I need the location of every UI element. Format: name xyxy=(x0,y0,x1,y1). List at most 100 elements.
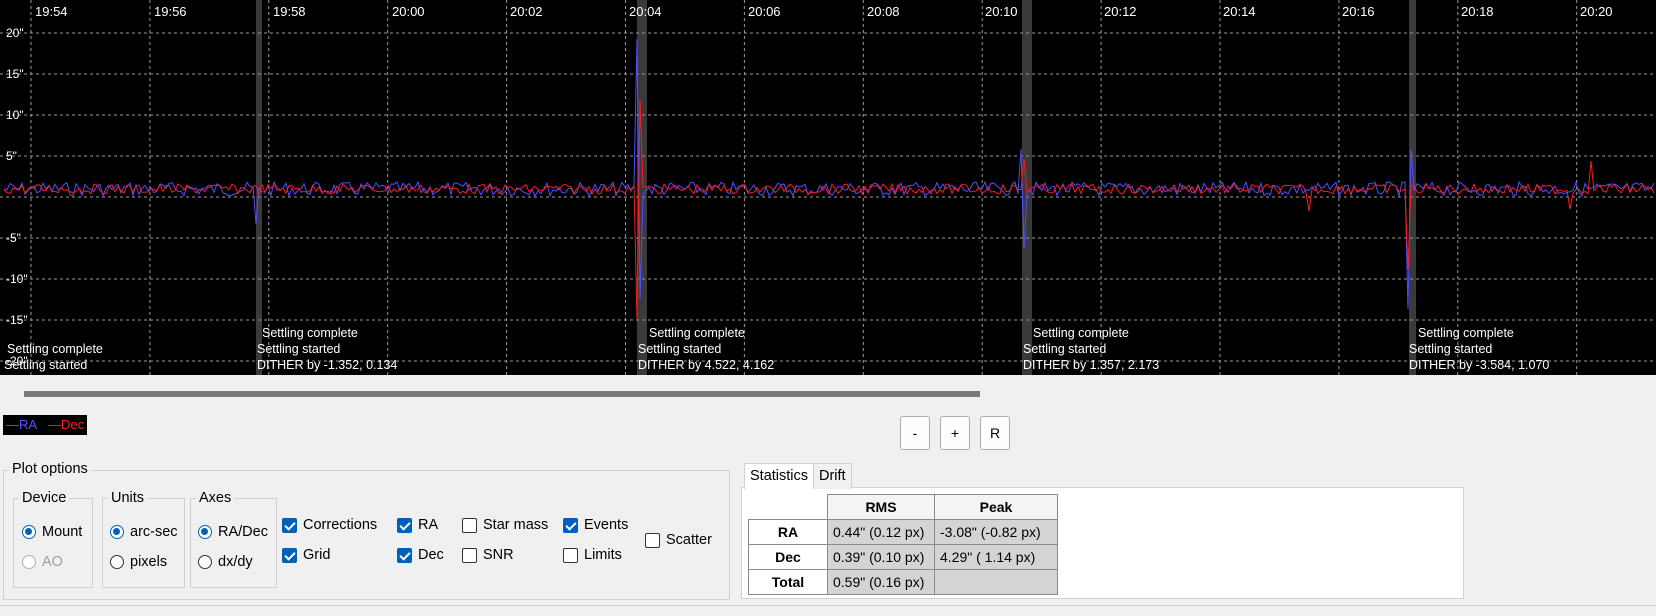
limits-label: Limits xyxy=(584,547,622,563)
units-pixels-radio[interactable]: pixels xyxy=(110,554,167,570)
event-dither: DITHER by -1.352, 0.134 xyxy=(257,358,398,372)
total-rms-cell: 0.59" (0.16 px) xyxy=(827,569,935,595)
event-settling-started: Settling started xyxy=(257,342,341,356)
event-settling-complete: Settling complete xyxy=(1033,326,1129,340)
divider xyxy=(0,605,1656,606)
star-mass-label: Star mass xyxy=(483,517,549,533)
units-title: Units xyxy=(108,490,148,506)
units-pixels-label: pixels xyxy=(130,554,168,570)
device-mount-label: Mount xyxy=(42,524,83,540)
ra-rms-cell: 0.44" (0.12 px) xyxy=(827,519,935,545)
event-settling-started: Settling started xyxy=(638,342,722,356)
statistics-table: RMS Peak RA 0.44" (0.12 px) -3.08" (-0.8… xyxy=(748,494,1058,595)
y-axis-label: 5" xyxy=(6,149,17,163)
corrections-label: Corrections xyxy=(303,517,378,533)
limits-checkbox[interactable]: Limits xyxy=(563,547,622,563)
time-label: 20:20 xyxy=(1580,4,1613,19)
device-title: Device xyxy=(19,490,70,506)
checkbox-checked-icon xyxy=(397,517,412,533)
y-axis-label: -10" xyxy=(6,272,28,286)
guide-graph-canvas xyxy=(0,0,1656,375)
row-header-total: Total xyxy=(748,569,828,595)
checkbox-checked-icon xyxy=(563,517,578,533)
axes-dxdy-label: dx/dy xyxy=(218,554,253,570)
device-mount-radio[interactable]: Mount xyxy=(22,524,82,540)
grid-checkbox[interactable]: Grid xyxy=(282,547,330,563)
table-row: Total 0.59" (0.16 px) xyxy=(748,569,1058,595)
radio-selected-icon xyxy=(22,525,36,539)
table-row: Dec 0.39" (0.10 px) 4.29" ( 1.14 px) xyxy=(748,544,1058,570)
scatter-label: Scatter xyxy=(666,532,712,548)
time-label: 19:56 xyxy=(154,4,187,19)
time-label: 20:12 xyxy=(1104,4,1137,19)
dec-checkbox[interactable]: Dec xyxy=(397,547,444,563)
radio-selected-icon xyxy=(198,525,212,539)
y-axis-label: 10" xyxy=(6,108,24,122)
time-label: 20:06 xyxy=(748,4,781,19)
checkbox-icon xyxy=(645,532,660,548)
dec-peak-cell: 4.29" ( 1.14 px) xyxy=(934,544,1058,570)
time-label: 20:14 xyxy=(1223,4,1256,19)
total-peak-cell xyxy=(934,569,1058,595)
units-arcsec-label: arc-sec xyxy=(130,524,178,540)
time-label: 19:54 xyxy=(35,4,68,19)
ra-checkbox[interactable]: RA xyxy=(397,517,438,533)
snr-label: SNR xyxy=(483,547,514,563)
tab-drift[interactable]: Drift xyxy=(813,463,852,489)
event-settling-complete: Settling complete xyxy=(7,342,103,356)
time-label: 20:04 xyxy=(629,4,662,19)
events-label: Events xyxy=(584,517,629,533)
checkbox-checked-icon xyxy=(282,547,297,563)
row-header-ra: RA xyxy=(748,519,828,545)
y-axis-label: 20" xyxy=(6,26,24,40)
guide-graph[interactable]: 19:54 19:56 19:58 20:00 20:02 20:04 20:0… xyxy=(0,0,1656,375)
zoom-in-button[interactable]: + xyxy=(940,416,970,450)
checkbox-icon xyxy=(462,517,477,533)
device-ao-label: AO xyxy=(42,554,63,570)
event-settling-started: Settling started xyxy=(1409,342,1493,356)
checkbox-icon xyxy=(462,547,477,563)
dec-trace xyxy=(3,98,1655,320)
radio-icon xyxy=(198,555,212,569)
event-dither: DITHER by 4.522, 4.162 xyxy=(638,358,775,372)
scatter-checkbox[interactable]: Scatter xyxy=(645,532,712,548)
time-label: 20:02 xyxy=(510,4,543,19)
plot-options-title: Plot options xyxy=(9,461,91,477)
radio-icon xyxy=(22,555,36,569)
graph-scrollbar[interactable] xyxy=(24,391,980,397)
time-label: 20:00 xyxy=(392,4,425,19)
ra-label: RA xyxy=(418,517,439,533)
event-dither: DITHER by -3.584, 1.070 xyxy=(1409,358,1550,372)
reset-button[interactable]: R xyxy=(980,416,1010,450)
event-settling-complete: Settling complete xyxy=(649,326,745,340)
event-settling-started: Settling started xyxy=(4,358,88,372)
dec-rms-cell: 0.39" (0.10 px) xyxy=(827,544,935,570)
y-axis-label: -5" xyxy=(6,231,21,245)
column-header-rms: RMS xyxy=(827,494,935,520)
grid-label: Grid xyxy=(303,547,331,563)
axes-radec-radio[interactable]: RA/Dec xyxy=(198,524,268,540)
device-ao-radio: AO xyxy=(22,554,63,570)
legend-ra: —RA xyxy=(6,417,37,432)
y-axis-label: 15" xyxy=(6,67,24,81)
time-label: 20:08 xyxy=(867,4,900,19)
legend-dec: —Dec xyxy=(47,417,85,432)
table-corner xyxy=(748,494,828,520)
checkbox-checked-icon xyxy=(282,517,297,533)
corrections-checkbox[interactable]: Corrections xyxy=(282,517,377,533)
ra-peak-cell: -3.08" (-0.82 px) xyxy=(934,519,1058,545)
column-header-peak: Peak xyxy=(934,494,1058,520)
zoom-out-button[interactable]: - xyxy=(900,416,930,450)
event-settling-started: Settling started xyxy=(1023,342,1107,356)
event-settling-complete: Settling complete xyxy=(262,326,358,340)
dec-label: Dec xyxy=(418,547,444,563)
tab-statistics[interactable]: Statistics xyxy=(744,463,815,489)
y-axis-label: -15" xyxy=(6,313,28,327)
units-arcsec-radio[interactable]: arc-sec xyxy=(110,524,178,540)
events-checkbox[interactable]: Events xyxy=(563,517,628,533)
time-label: 20:18 xyxy=(1461,4,1494,19)
time-label: 19:58 xyxy=(273,4,306,19)
star-mass-checkbox[interactable]: Star mass xyxy=(462,517,548,533)
axes-dxdy-radio[interactable]: dx/dy xyxy=(198,554,253,570)
snr-checkbox[interactable]: SNR xyxy=(462,547,514,563)
